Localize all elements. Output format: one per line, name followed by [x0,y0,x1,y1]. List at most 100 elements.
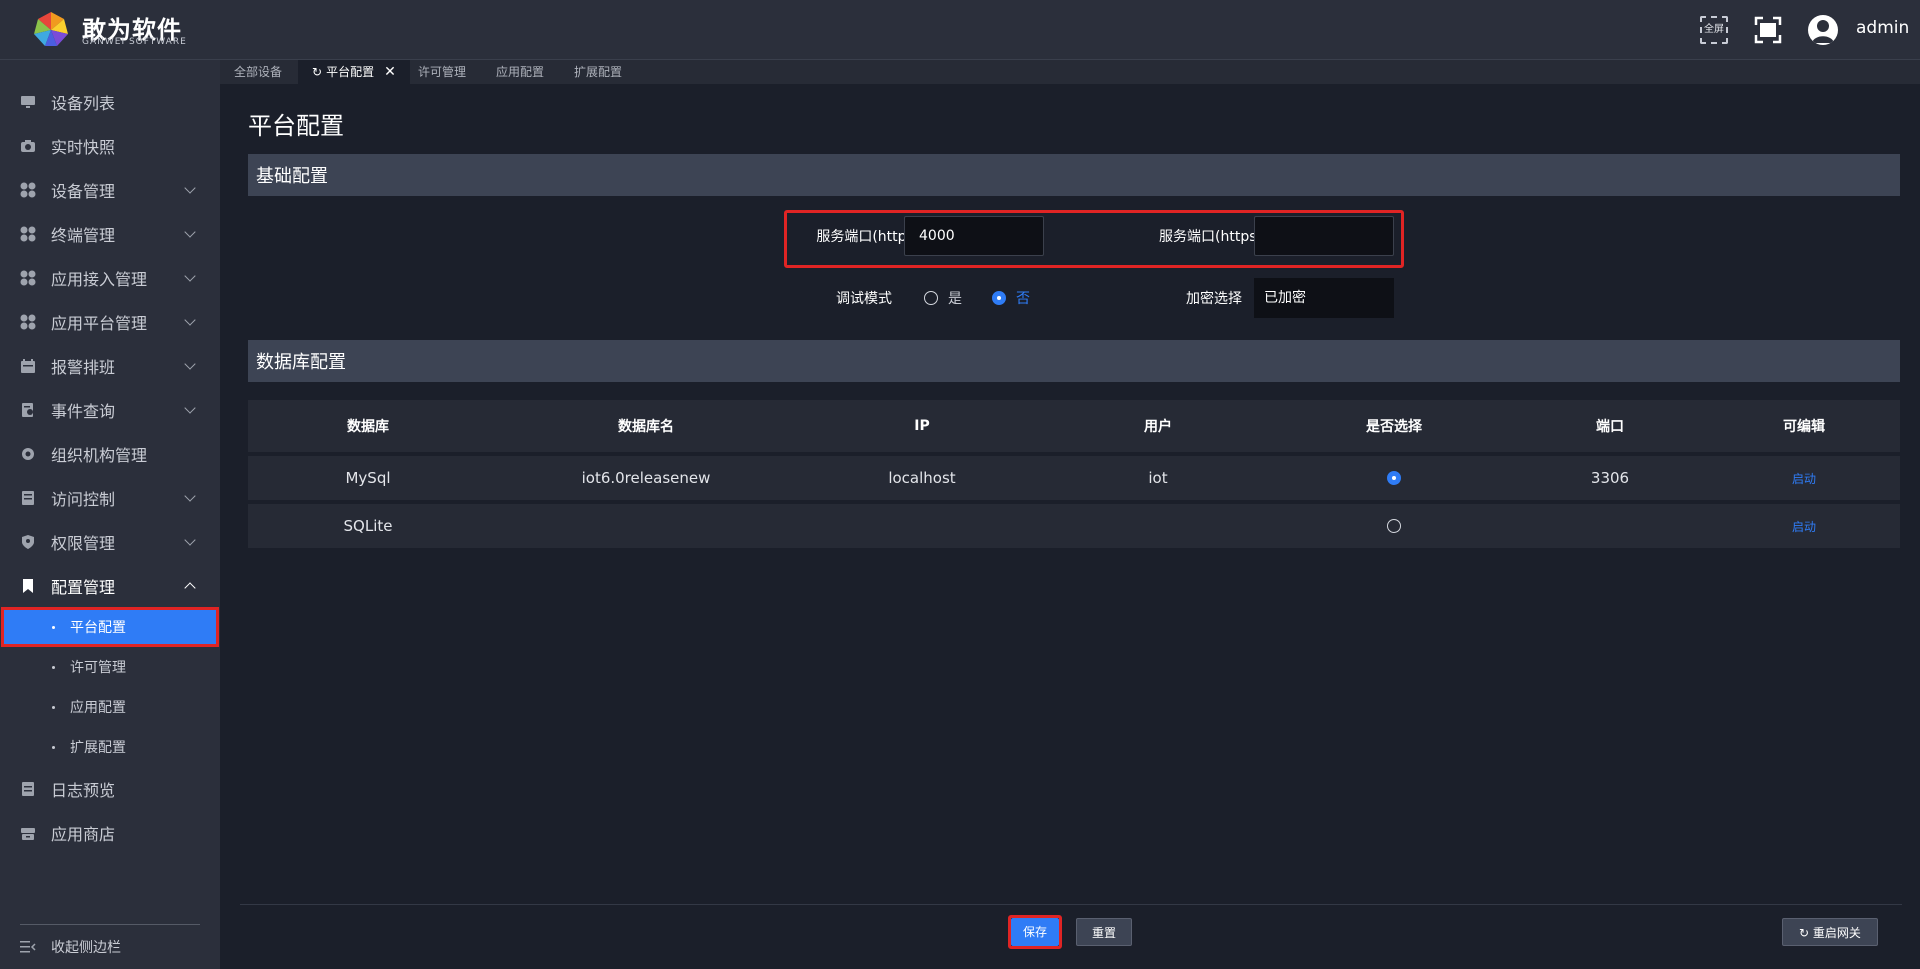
sidebar-item-app-platform-management[interactable]: 应用平台管理 [0,302,220,342]
cell-ip: localhost [888,469,956,487]
column-header: 数据库名 [618,419,674,435]
log-icon [22,782,34,796]
table-row: SQLite 启动 [248,504,1900,548]
sidebar-item-realtime-snapshot[interactable]: 实时快照 [0,126,220,166]
sidebar-item-log-preview[interactable]: 日志预览 [0,769,220,809]
sidebar-item-terminal-management[interactable]: 终端管理 [0,214,220,254]
cell-user [1040,504,1276,548]
fullscreen-text-button[interactable]: 全屏 [1700,16,1728,44]
tab-extension-config[interactable]: 扩展配置 [560,60,636,84]
sidebar-item-event-query[interactable]: 事件查询 [0,390,220,430]
sidebar-item-label: 应用商店 [51,825,116,844]
sidebar-item-organization-management[interactable]: 组织机构管理 [0,434,220,474]
encrypt-label: 加密选择 [1186,291,1242,307]
sidebar-subitem-license-management[interactable]: 许可管理 [0,648,220,686]
encrypt-select[interactable]: 已加密 [1254,278,1394,318]
monitor-icon [21,96,35,108]
db-config-section-header: 数据库配置 [248,340,1900,382]
debug-yes-label[interactable]: 是 [948,288,962,308]
chevron-down-icon [184,270,196,282]
db-select-radio[interactable] [1387,519,1401,533]
tab-app-config[interactable]: 应用配置 [482,60,558,84]
column-header: 是否选择 [1366,419,1422,435]
sidebar-item-label: 终端管理 [51,226,116,245]
save-button[interactable]: 保存 [1011,918,1059,946]
cell-port: 3306 [1590,469,1630,487]
footer-bar [240,905,1902,950]
debug-yes-radio[interactable] [924,291,938,305]
sidebar-subitem-app-config[interactable]: 应用配置 [0,688,220,726]
sidebar-item-app-store[interactable]: 应用商店 [0,813,220,853]
sidebar-item-alarm-schedule[interactable]: 报警排班 [0,346,220,386]
cell-db-name: iot6.0releasenew [581,469,711,487]
collapse-sidebar-button[interactable]: 收起侧边栏 [0,930,220,964]
document-search-icon [22,403,33,417]
chevron-down-icon [184,182,196,194]
store-icon [21,828,35,840]
sidebar-item-device-management[interactable]: 设备管理 [0,170,220,210]
tab-license-management[interactable]: 许可管理 [404,60,480,84]
tab-label: 全部设备 [234,65,283,79]
restart-gateway-button[interactable]: ↻ 重启网关 [1782,918,1878,946]
reset-button[interactable]: 重置 [1076,918,1132,946]
debug-no-label[interactable]: 否 [1016,288,1030,308]
sidebar-item-label: 实时快照 [51,138,116,157]
apps-icon [20,182,36,198]
tab-platform-config[interactable]: ↻ 平台配置 ✕ [298,60,410,84]
apps-icon [20,270,36,286]
cell-edit: 启动 [1708,456,1900,500]
sidebar-subitem-label: 许可管理 [70,660,126,676]
close-icon[interactable]: ✕ [384,60,396,84]
cell-db: MySql [345,469,391,487]
apps-icon [20,314,36,330]
username[interactable]: admin [1856,18,1909,38]
sidebar-item-label: 应用平台管理 [51,314,148,333]
tab-all-devices[interactable]: 全部设备 [220,60,296,84]
brand-subtitle: GANWEI SOFTWARE [82,37,187,47]
bullet-dot [52,745,55,749]
column-header: IP [914,418,930,434]
section-title: 数据库配置 [256,352,346,373]
bullet-dot [52,625,55,629]
sidebar-item-label: 报警排班 [51,358,116,377]
chevron-down-icon [184,226,196,238]
refresh-icon[interactable]: ↻ [312,60,322,84]
sidebar-item-config-management[interactable]: 配置管理 [0,566,220,606]
gear-icon [22,448,34,460]
cell-ip [804,504,1040,548]
sidebar-subitem-platform-config[interactable]: 平台配置 [1,607,219,647]
clipboard-icon [22,491,34,505]
tab-label: 应用配置 [496,65,545,79]
chevron-down-icon [184,402,196,414]
https-port-input[interactable] [1254,216,1394,256]
chevron-down-icon [184,358,196,370]
sidebar-item-app-access-management[interactable]: 应用接入管理 [0,258,220,298]
column-header: 用户 [1144,419,1172,435]
sidebar-item-permission-management[interactable]: 权限管理 [0,522,220,562]
page-title: 平台配置 [248,112,344,140]
restart-gateway-label: 重启网关 [1812,926,1861,940]
tab-label: 平台配置 [326,65,375,79]
refresh-icon: ↻ [1799,926,1813,940]
cell-selected [1276,456,1512,500]
sidebar-item-label: 设备管理 [51,182,116,201]
enable-link[interactable]: 启动 [1792,518,1816,535]
user-avatar[interactable] [1808,15,1838,45]
http-port-input[interactable] [904,216,1044,256]
camera-icon [21,140,35,152]
bullet-dot [52,705,55,709]
db-select-radio[interactable] [1387,471,1401,485]
main-content: 平台配置 基础配置 服务端口(http) 服务端口(https) 调试模式 是 … [240,84,1902,950]
fullscreen-icon[interactable] [1754,16,1782,44]
sidebar-item-label: 配置管理 [51,578,116,597]
sidebar-item-label: 组织机构管理 [51,446,148,465]
sidebar-item-device-list[interactable]: 设备列表 [0,82,220,122]
enable-link[interactable]: 启动 [1792,470,1816,487]
sidebar-subitem-label: 平台配置 [70,620,126,636]
sidebar-item-access-control[interactable]: 访问控制 [0,478,220,518]
sidebar-item-label: 事件查询 [51,402,116,421]
apps-icon [20,226,36,242]
sidebar-subitem-extension-config[interactable]: 扩展配置 [0,728,220,766]
debug-no-radio[interactable] [992,291,1006,305]
column-header: 端口 [1596,419,1624,435]
